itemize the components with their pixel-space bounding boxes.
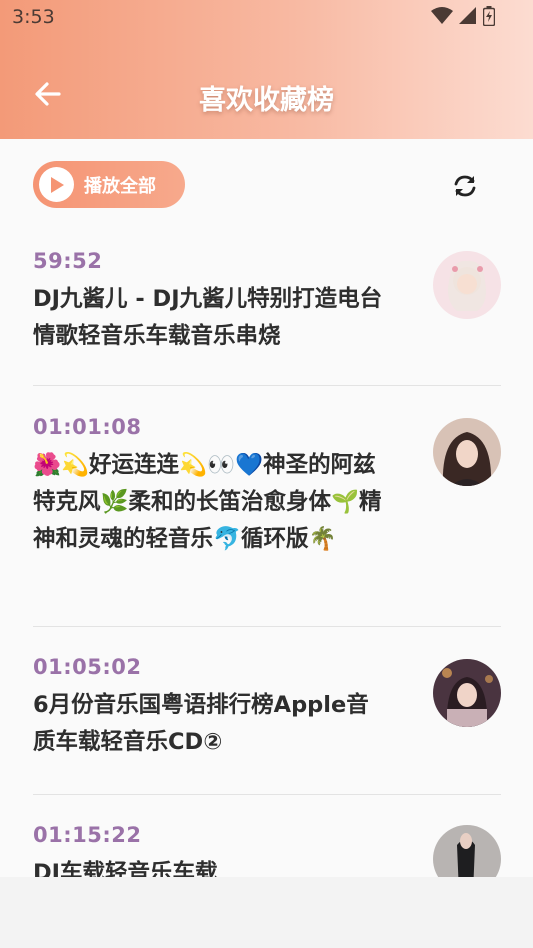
song-item[interactable]: 01:05:02 6月份音乐国粤语排行榜Apple音质车载轻音乐CD② <box>33 627 501 795</box>
play-all-button[interactable]: 播放全部 <box>33 161 185 208</box>
song-item[interactable]: 01:01:08 🌺💫好运连连💫👀💙神圣的阿兹特克风🌿柔和的长笛治愈身体🌱精神和… <box>33 386 501 627</box>
top-bar: 3:53 喜欢收藏榜 <box>0 0 533 139</box>
signal-icon <box>459 7 476 24</box>
wifi-icon <box>431 7 453 24</box>
play-icon <box>39 167 74 202</box>
song-item[interactable]: 59:52 DJ九酱儿 - DJ九酱儿特别打造电台情歌轻音乐车载音乐串烧 <box>33 231 501 386</box>
song-cover-avatar <box>433 251 501 319</box>
status-time: 3:53 <box>12 6 55 28</box>
status-icons <box>431 6 495 26</box>
song-title: DJ九酱儿 - DJ九酱儿特别打造电台情歌轻音乐车载音乐串烧 <box>33 286 383 349</box>
page-title: 喜欢收藏榜 <box>199 85 334 116</box>
song-duration: 01:01:08 <box>33 415 142 439</box>
song-duration: 01:15:22 <box>33 823 142 847</box>
song-cover-avatar <box>433 659 501 727</box>
battery-icon <box>483 6 495 26</box>
song-title: 🌺💫好运连连💫👀💙神圣的阿兹特克风🌿柔和的长笛治愈身体🌱精神和灵魂的轻音乐🐬循环… <box>33 452 382 552</box>
refresh-icon[interactable] <box>452 173 478 199</box>
song-list: 59:52 DJ九酱儿 - DJ九酱儿特别打造电台情歌轻音乐车载音乐串烧 01:… <box>33 231 501 877</box>
song-cover-avatar <box>433 418 501 486</box>
song-title: DJ车载轻音乐车载 <box>33 860 218 877</box>
play-all-label: 播放全部 <box>84 175 156 197</box>
song-duration: 01:05:02 <box>33 655 142 679</box>
song-duration: 59:52 <box>33 249 103 273</box>
content-area: 播放全部 59:52 DJ九酱儿 - DJ九酱儿特别打造电台情歌轻音乐车载音乐串… <box>0 139 533 877</box>
song-item[interactable]: 01:15:22 DJ车载轻音乐车载 <box>33 795 501 877</box>
song-title: 6月份音乐国粤语排行榜Apple音质车载轻音乐CD② <box>33 692 369 755</box>
bottom-player-area <box>0 877 533 948</box>
